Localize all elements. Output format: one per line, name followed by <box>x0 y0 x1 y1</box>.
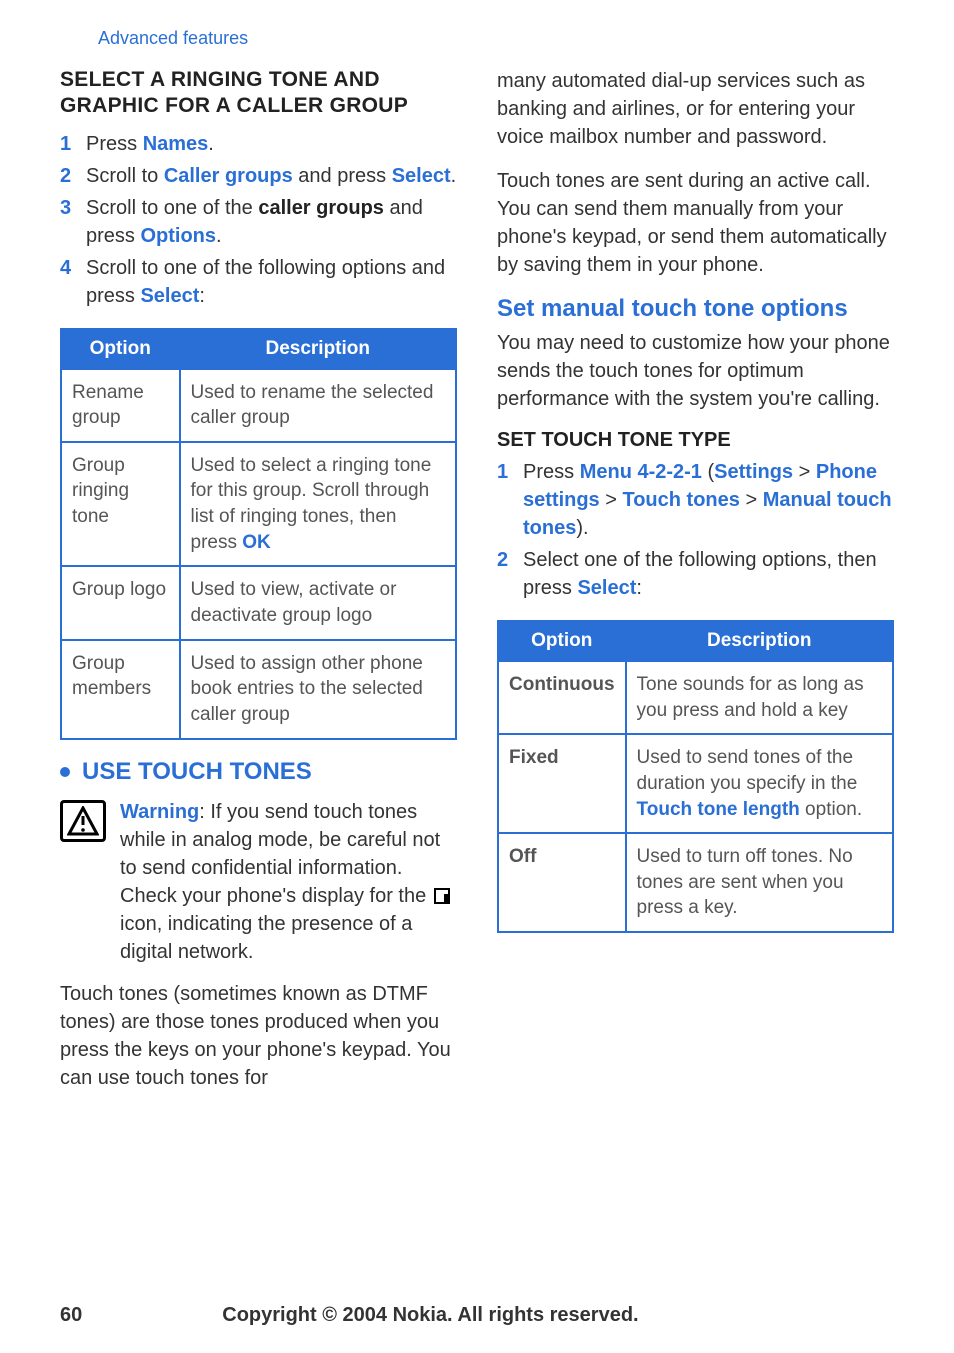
step-text: Scroll to one of the caller groups and p… <box>86 194 457 250</box>
step-number: 2 <box>60 162 76 190</box>
option-desc: Used to rename the selected caller group <box>180 369 457 442</box>
touch-tone-length-key: Touch tone length <box>637 799 800 820</box>
step-2: 2 Scroll to Caller groups and press Sele… <box>60 162 457 190</box>
table-row: Group members Used to assign other phone… <box>61 640 456 739</box>
option-desc: Used to send tones of the duration you s… <box>626 734 893 833</box>
warning-icon <box>60 800 106 842</box>
option-desc: Used to assign other phone book entries … <box>180 640 457 739</box>
step-3: 3 Scroll to one of the caller groups and… <box>60 194 457 250</box>
touch-tones-key: Touch tones <box>622 489 739 511</box>
right-column: many automated dial-up services such as … <box>497 67 894 1108</box>
step-2: 2 Select one of the following options, t… <box>497 546 894 602</box>
select-key: Select <box>577 577 636 599</box>
warning-box: Warning: If you send touch tones while i… <box>60 798 457 966</box>
option-group-ringing-tone: Group ringing tone <box>61 442 180 567</box>
step-4: 4 Scroll to one of the following options… <box>60 254 457 310</box>
breadcrumb: Advanced features <box>98 28 894 49</box>
table-row: Off Used to turn off tones. No tones are… <box>498 833 893 932</box>
digital-network-icon <box>434 888 450 904</box>
col-option: Option <box>61 329 180 369</box>
set-manual-touch-tone-heading: Set manual touch tone options <box>497 295 894 323</box>
caller-group-heading: SELECT A RINGING TONE AND GRAPHIC FOR A … <box>60 67 457 120</box>
col-option: Option <box>498 621 626 661</box>
touch-tones-cont-para: many automated dial-up services such as … <box>497 67 894 151</box>
warning-text: Warning: If you send touch tones while i… <box>120 798 457 966</box>
step-text: Scroll to Caller groups and press Select… <box>86 162 457 190</box>
left-column: SELECT A RINGING TONE AND GRAPHIC FOR A … <box>60 67 457 1108</box>
customize-para: You may need to customize how your phone… <box>497 329 894 413</box>
caller-groups-key: Caller groups <box>164 165 293 187</box>
touch-tones-intro-para: Touch tones (sometimes known as DTMF ton… <box>60 980 457 1092</box>
col-description: Description <box>626 621 893 661</box>
option-continuous: Continuous <box>498 661 626 734</box>
table-row: Rename group Used to rename the selected… <box>61 369 456 442</box>
step-1: 1 Press Names. <box>60 130 457 158</box>
options-key: Options <box>140 225 216 247</box>
select-key: Select <box>140 285 199 307</box>
touch-tones-active-call-para: Touch tones are sent during an active ca… <box>497 167 894 279</box>
set-touch-tone-type-heading: SET TOUCH TONE TYPE <box>497 429 894 452</box>
menu-path: Menu 4-2-2-1 <box>580 461 702 483</box>
page-footer: 60 Copyright © 2004 Nokia. All rights re… <box>60 1304 894 1327</box>
touch-tone-options-table: Option Description Continuous Tone sound… <box>497 620 894 933</box>
caller-groups-bold: caller groups <box>258 197 384 219</box>
select-key: Select <box>392 165 451 187</box>
option-desc: Used to view, activate or deactivate gro… <box>180 566 457 639</box>
step-number: 2 <box>497 546 513 602</box>
col-description: Description <box>180 329 457 369</box>
step-number: 1 <box>60 130 76 158</box>
copyright-text: Copyright © 2004 Nokia. All rights reser… <box>222 1304 894 1327</box>
table-row: Group ringing tone Used to select a ring… <box>61 442 456 567</box>
step-number: 3 <box>60 194 76 250</box>
step-text: Scroll to one of the following options a… <box>86 254 457 310</box>
step-number: 1 <box>497 458 513 542</box>
warning-label: Warning <box>120 801 199 823</box>
step-text: Press Menu 4-2-2-1 (Settings > Phone set… <box>523 458 894 542</box>
option-group-members: Group members <box>61 640 180 739</box>
ok-key: OK <box>242 532 271 553</box>
use-touch-tones-heading: USE TOUCH TONES <box>60 758 457 786</box>
option-group-logo: Group logo <box>61 566 180 639</box>
option-desc: Tone sounds for as long as you press and… <box>626 661 893 734</box>
caller-group-steps: 1 Press Names. 2 Scroll to Caller groups… <box>60 130 457 310</box>
page-number: 60 <box>60 1304 82 1327</box>
caller-group-options-table: Option Description Rename group Used to … <box>60 328 457 740</box>
step-number: 4 <box>60 254 76 310</box>
table-row: Continuous Tone sounds for as long as yo… <box>498 661 893 734</box>
table-row: Fixed Used to send tones of the duration… <box>498 734 893 833</box>
option-rename-group: Rename group <box>61 369 180 442</box>
step-1: 1 Press Menu 4-2-2-1 (Settings > Phone s… <box>497 458 894 542</box>
step-text: Select one of the following options, the… <box>523 546 894 602</box>
option-off: Off <box>498 833 626 932</box>
option-desc: Used to turn off tones. No tones are sen… <box>626 833 893 932</box>
names-key: Names <box>143 133 209 155</box>
bullet-icon <box>60 767 70 777</box>
settings-key: Settings <box>714 461 793 483</box>
table-row: Group logo Used to view, activate or dea… <box>61 566 456 639</box>
option-desc: Used to select a ringing tone for this g… <box>180 442 457 567</box>
touch-tone-steps: 1 Press Menu 4-2-2-1 (Settings > Phone s… <box>497 458 894 602</box>
option-fixed: Fixed <box>498 734 626 833</box>
step-text: Press Names. <box>86 130 457 158</box>
